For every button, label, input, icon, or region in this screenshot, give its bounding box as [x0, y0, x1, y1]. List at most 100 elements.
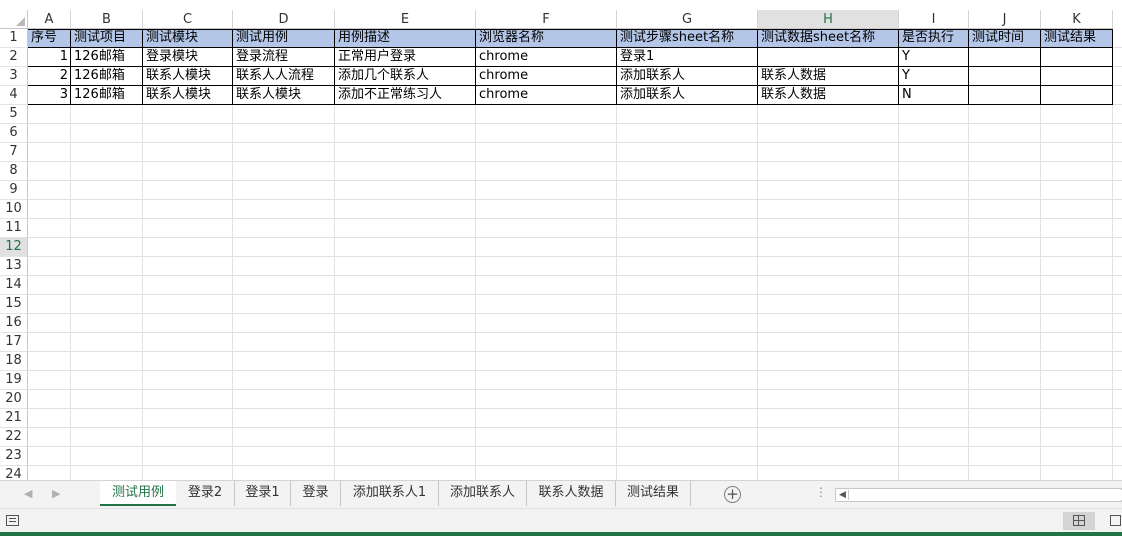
header-cell-c[interactable]: 测试模块 [143, 29, 233, 48]
row-header-15[interactable]: 15 [0, 295, 28, 314]
header-cell-h[interactable]: 测试数据sheet名称 [758, 29, 899, 48]
table-cell-i3[interactable]: Y [899, 67, 969, 86]
table-cell-a4[interactable]: 3 [28, 86, 71, 105]
header-cell-b[interactable]: 测试项目 [71, 29, 143, 48]
column-header-i[interactable]: I [899, 10, 969, 29]
row-header-14[interactable]: 14 [0, 276, 28, 295]
table-cell-b4[interactable]: 126邮箱 [71, 86, 143, 105]
sheet-tab-4[interactable]: 登录 [291, 481, 341, 506]
scroll-left-icon[interactable]: ◀ [839, 489, 846, 501]
column-header-h[interactable]: H [758, 10, 899, 29]
column-header-e[interactable]: E [335, 10, 476, 29]
sheet-tab-2[interactable]: 登录2 [176, 481, 235, 506]
gridline-horizontal [28, 161, 1122, 162]
table-cell-k2[interactable] [1041, 48, 1113, 67]
row-header-18[interactable]: 18 [0, 352, 28, 371]
column-header-k[interactable]: K [1041, 10, 1113, 29]
prev-sheet-icon[interactable]: ◀ [24, 487, 32, 500]
sheet-tab-3[interactable]: 登录1 [235, 481, 291, 506]
header-cell-a[interactable]: 序号 [28, 29, 71, 48]
select-all-corner[interactable] [0, 10, 28, 29]
row-header-17[interactable]: 17 [0, 333, 28, 352]
row-header-2[interactable]: 2 [0, 48, 28, 67]
table-cell-e2[interactable]: 正常用户登录 [335, 48, 476, 67]
row-header-23[interactable]: 23 [0, 447, 28, 466]
column-header-g[interactable]: G [617, 10, 758, 29]
row-header-20[interactable]: 20 [0, 390, 28, 409]
table-cell-h4[interactable]: 联系人数据 [758, 86, 899, 105]
table-cell-k4[interactable] [1041, 86, 1113, 105]
column-header-f[interactable]: F [476, 10, 617, 29]
sheet-tab-7[interactable]: 联系人数据 [527, 481, 616, 506]
table-cell-f4[interactable]: chrome [476, 86, 617, 105]
row-header-10[interactable]: 10 [0, 200, 28, 219]
table-cell-f3[interactable]: chrome [476, 67, 617, 86]
table-cell-e4[interactable]: 添加不正常练习人 [335, 86, 476, 105]
column-header-c[interactable]: C [143, 10, 233, 29]
table-cell-j4[interactable] [969, 86, 1041, 105]
row-header-12[interactable]: 12 [0, 238, 28, 257]
row-header-16[interactable]: 16 [0, 314, 28, 333]
row-header-11[interactable]: 11 [0, 219, 28, 238]
vertical-dots-icon[interactable]: ⋮ [815, 485, 827, 499]
sheet-tab-1[interactable]: 测试用例 [100, 481, 176, 506]
table-cell-j3[interactable] [969, 67, 1041, 86]
row-header-22[interactable]: 22 [0, 428, 28, 447]
table-cell-c4[interactable]: 联系人模块 [143, 86, 233, 105]
add-sheet-icon[interactable]: + [724, 486, 741, 503]
table-cell-d2[interactable]: 登录流程 [233, 48, 335, 67]
row-header-21[interactable]: 21 [0, 409, 28, 428]
row-header-7[interactable]: 7 [0, 143, 28, 162]
column-header-a[interactable]: A [28, 10, 71, 29]
table-cell-g4[interactable]: 添加联系人 [617, 86, 758, 105]
table-cell-f2[interactable]: chrome [476, 48, 617, 67]
table-cell-b2[interactable]: 126邮箱 [71, 48, 143, 67]
row-header-6[interactable]: 6 [0, 124, 28, 143]
table-cell-k3[interactable] [1041, 67, 1113, 86]
scrollbar-thumb[interactable] [848, 490, 1122, 500]
table-cell-h2[interactable] [758, 48, 899, 67]
table-cell-c2[interactable]: 登录模块 [143, 48, 233, 67]
row-header-1[interactable]: 1 [0, 29, 28, 48]
spreadsheet-grid[interactable]: ABCDEFGHIJK 1 2 3 4 5 6 7 8 9 10 11 12 13 14 15 16 17 18 1… [0, 0, 1122, 480]
next-sheet-icon[interactable]: ▶ [52, 487, 60, 500]
table-cell-i4[interactable]: N [899, 86, 969, 105]
table-cell-h3[interactable]: 联系人数据 [758, 67, 899, 86]
grid-view-icon [1073, 515, 1085, 526]
table-cell-c3[interactable]: 联系人模块 [143, 67, 233, 86]
table-cell-a3[interactable]: 2 [28, 67, 71, 86]
column-header-j[interactable]: J [969, 10, 1041, 29]
table-cell-a2[interactable]: 1 [28, 48, 71, 67]
sheet-tab-8[interactable]: 测试结果 [616, 481, 691, 506]
table-cell-d4[interactable]: 联系人模块 [233, 86, 335, 105]
header-cell-k[interactable]: 测试结果 [1041, 29, 1113, 48]
row-header-9[interactable]: 9 [0, 181, 28, 200]
header-cell-i[interactable]: 是否执行 [899, 29, 969, 48]
row-header-5[interactable]: 5 [0, 105, 28, 124]
horizontal-scrollbar[interactable]: ◀ [835, 488, 1122, 502]
table-cell-e3[interactable]: 添加几个联系人 [335, 67, 476, 86]
sheet-tab-5[interactable]: 添加联系人1 [341, 481, 439, 506]
header-cell-g[interactable]: 测试步骤sheet名称 [617, 29, 758, 48]
header-cell-e[interactable]: 用例描述 [335, 29, 476, 48]
table-cell-g2[interactable]: 登录1 [617, 48, 758, 67]
row-header-3[interactable]: 3 [0, 67, 28, 86]
table-cell-i2[interactable]: Y [899, 48, 969, 67]
table-cell-j2[interactable] [969, 48, 1041, 67]
column-header-b[interactable]: B [71, 10, 143, 29]
row-header-19[interactable]: 19 [0, 371, 28, 390]
header-cell-j[interactable]: 测试时间 [969, 29, 1041, 48]
header-cell-d[interactable]: 测试用例 [233, 29, 335, 48]
table-cell-b3[interactable]: 126邮箱 [71, 67, 143, 86]
table-cell-g3[interactable]: 添加联系人 [617, 67, 758, 86]
column-header-d[interactable]: D [233, 10, 335, 29]
sheet-tab-6[interactable]: 添加联系人 [439, 481, 527, 506]
row-header-4[interactable]: 4 [0, 86, 28, 105]
row-header-13[interactable]: 13 [0, 257, 28, 276]
normal-view-button[interactable] [1063, 512, 1095, 530]
header-cell-f[interactable]: 浏览器名称 [476, 29, 617, 48]
table-cell-d3[interactable]: 联系人人流程 [233, 67, 335, 86]
page-layout-button[interactable] [1100, 512, 1122, 530]
row-header-8[interactable]: 8 [0, 162, 28, 181]
row-header-24[interactable]: 24 [0, 466, 28, 480]
